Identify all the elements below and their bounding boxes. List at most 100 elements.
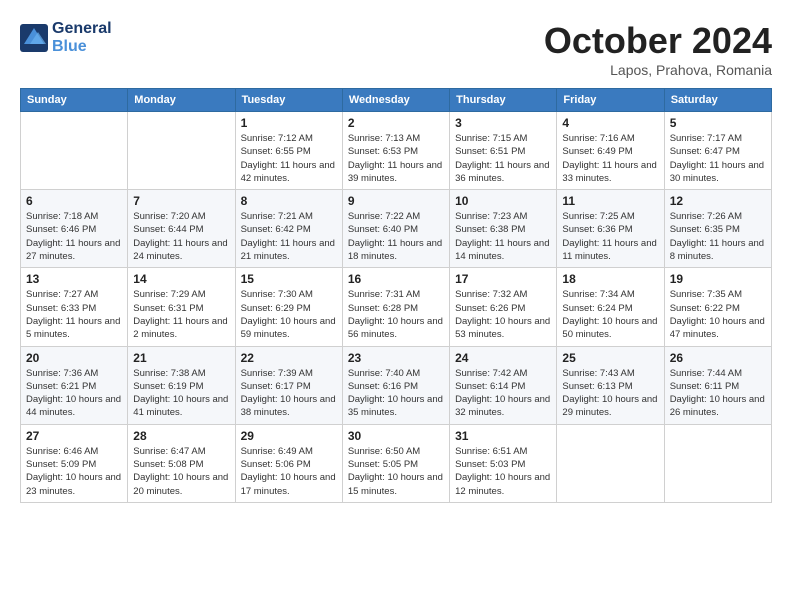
calendar-cell: 13 Sunrise: 7:27 AM Sunset: 6:33 PM Dayli… <box>21 268 128 346</box>
day-info: Sunrise: 7:27 AM Sunset: 6:33 PM Dayligh… <box>26 288 122 341</box>
day-number: 29 <box>241 429 337 443</box>
calendar-cell: 12 Sunrise: 7:26 AM Sunset: 6:35 PM Dayli… <box>664 190 771 268</box>
day-info: Sunrise: 7:20 AM Sunset: 6:44 PM Dayligh… <box>133 210 229 263</box>
calendar-cell: 5 Sunrise: 7:17 AM Sunset: 6:47 PM Daylig… <box>664 112 771 190</box>
calendar-header-friday: Friday <box>557 89 664 112</box>
day-info: Sunrise: 6:51 AM Sunset: 5:03 PM Dayligh… <box>455 445 551 498</box>
month-title: October 2024 <box>544 20 772 62</box>
calendar-header-monday: Monday <box>128 89 235 112</box>
day-number: 11 <box>562 194 658 208</box>
day-info: Sunrise: 6:49 AM Sunset: 5:06 PM Dayligh… <box>241 445 337 498</box>
day-number: 9 <box>348 194 444 208</box>
calendar-header-thursday: Thursday <box>450 89 557 112</box>
calendar-cell: 16 Sunrise: 7:31 AM Sunset: 6:28 PM Dayli… <box>342 268 449 346</box>
day-info: Sunrise: 7:13 AM Sunset: 6:53 PM Dayligh… <box>348 132 444 185</box>
day-number: 18 <box>562 272 658 286</box>
calendar-cell: 14 Sunrise: 7:29 AM Sunset: 6:31 PM Dayli… <box>128 268 235 346</box>
calendar-cell: 26Sunrise: 7:44 AM Sunset: 6:11 PM Dayli… <box>664 346 771 424</box>
calendar-header-wednesday: Wednesday <box>342 89 449 112</box>
day-info: Sunrise: 7:32 AM Sunset: 6:26 PM Dayligh… <box>455 288 551 341</box>
day-info: Sunrise: 7:18 AM Sunset: 6:46 PM Dayligh… <box>26 210 122 263</box>
day-number: 20 <box>26 351 122 365</box>
calendar-cell <box>557 424 664 502</box>
day-number: 4 <box>562 116 658 130</box>
calendar-cell: 20 Sunrise: 7:36 AM Sunset: 6:21 PM Dayli… <box>21 346 128 424</box>
day-info: Sunrise: 7:22 AM Sunset: 6:40 PM Dayligh… <box>348 210 444 263</box>
calendar-cell: 8Sunrise: 7:21 AM Sunset: 6:42 PM Daylig… <box>235 190 342 268</box>
calendar-cell: 6Sunrise: 7:18 AM Sunset: 6:46 PM Daylig… <box>21 190 128 268</box>
day-number: 1 <box>241 116 337 130</box>
calendar-cell: 1Sunrise: 7:12 AM Sunset: 6:55 PM Daylig… <box>235 112 342 190</box>
day-info: Sunrise: 7:23 AM Sunset: 6:38 PM Dayligh… <box>455 210 551 263</box>
day-info: Sunrise: 7:29 AM Sunset: 6:31 PM Dayligh… <box>133 288 229 341</box>
day-info: Sunrise: 7:43 AM Sunset: 6:13 PM Dayligh… <box>562 367 658 420</box>
logo-icon <box>20 24 48 52</box>
calendar-cell: 11 Sunrise: 7:25 AM Sunset: 6:36 PM Dayli… <box>557 190 664 268</box>
day-info: Sunrise: 7:40 AM Sunset: 6:16 PM Dayligh… <box>348 367 444 420</box>
day-number: 19 <box>670 272 766 286</box>
day-info: Sunrise: 6:47 AM Sunset: 5:08 PM Dayligh… <box>133 445 229 498</box>
calendar-cell: 24 Sunrise: 7:42 AM Sunset: 6:14 PM Dayli… <box>450 346 557 424</box>
day-number: 15 <box>241 272 337 286</box>
day-number: 17 <box>455 272 551 286</box>
calendar-cell: 9 Sunrise: 7:22 AM Sunset: 6:40 PM Daylig… <box>342 190 449 268</box>
calendar-cell: 19 Sunrise: 7:35 AM Sunset: 6:22 PM Dayli… <box>664 268 771 346</box>
calendar-cell: 7 Sunrise: 7:20 AM Sunset: 6:44 PM Daylig… <box>128 190 235 268</box>
day-number: 28 <box>133 429 229 443</box>
day-info: Sunrise: 7:36 AM Sunset: 6:21 PM Dayligh… <box>26 367 122 420</box>
day-info: Sunrise: 7:16 AM Sunset: 6:49 PM Dayligh… <box>562 132 658 185</box>
calendar-cell: 22Sunrise: 7:39 AM Sunset: 6:17 PM Dayli… <box>235 346 342 424</box>
calendar-cell: 28 Sunrise: 6:47 AM Sunset: 5:08 PM Dayli… <box>128 424 235 502</box>
day-info: Sunrise: 7:34 AM Sunset: 6:24 PM Dayligh… <box>562 288 658 341</box>
day-number: 25 <box>562 351 658 365</box>
calendar-cell <box>128 112 235 190</box>
calendar-week-row: 13 Sunrise: 7:27 AM Sunset: 6:33 PM Dayli… <box>21 268 772 346</box>
day-number: 14 <box>133 272 229 286</box>
day-info: Sunrise: 6:46 AM Sunset: 5:09 PM Dayligh… <box>26 445 122 498</box>
calendar-cell: 18 Sunrise: 7:34 AM Sunset: 6:24 PM Dayli… <box>557 268 664 346</box>
calendar-cell: 31 Sunrise: 6:51 AM Sunset: 5:03 PM Dayli… <box>450 424 557 502</box>
day-info: Sunrise: 7:44 AM Sunset: 6:11 PM Dayligh… <box>670 367 766 420</box>
day-number: 23 <box>348 351 444 365</box>
day-number: 21 <box>133 351 229 365</box>
day-info: Sunrise: 7:25 AM Sunset: 6:36 PM Dayligh… <box>562 210 658 263</box>
day-number: 24 <box>455 351 551 365</box>
title-area: October 2024 Lapos, Prahova, Romania <box>544 20 772 78</box>
calendar-cell: 30Sunrise: 6:50 AM Sunset: 5:05 PM Dayli… <box>342 424 449 502</box>
day-info: Sunrise: 6:50 AM Sunset: 5:05 PM Dayligh… <box>348 445 444 498</box>
calendar-cell: 17 Sunrise: 7:32 AM Sunset: 6:26 PM Dayli… <box>450 268 557 346</box>
day-number: 31 <box>455 429 551 443</box>
logo-text: General Blue <box>52 20 112 56</box>
calendar-cell: 23 Sunrise: 7:40 AM Sunset: 6:16 PM Dayli… <box>342 346 449 424</box>
calendar-cell <box>21 112 128 190</box>
day-number: 27 <box>26 429 122 443</box>
day-info: Sunrise: 7:21 AM Sunset: 6:42 PM Dayligh… <box>241 210 337 263</box>
day-info: Sunrise: 7:15 AM Sunset: 6:51 PM Dayligh… <box>455 132 551 185</box>
day-number: 12 <box>670 194 766 208</box>
day-number: 16 <box>348 272 444 286</box>
calendar-cell: 25 Sunrise: 7:43 AM Sunset: 6:13 PM Dayli… <box>557 346 664 424</box>
calendar-header-row: SundayMondayTuesdayWednesdayThursdayFrid… <box>21 89 772 112</box>
day-number: 2 <box>348 116 444 130</box>
calendar-table: SundayMondayTuesdayWednesdayThursdayFrid… <box>20 88 772 503</box>
calendar-week-row: 20 Sunrise: 7:36 AM Sunset: 6:21 PM Dayli… <box>21 346 772 424</box>
calendar-header-tuesday: Tuesday <box>235 89 342 112</box>
location: Lapos, Prahova, Romania <box>544 62 772 78</box>
day-info: Sunrise: 7:31 AM Sunset: 6:28 PM Dayligh… <box>348 288 444 341</box>
day-number: 13 <box>26 272 122 286</box>
day-info: Sunrise: 7:35 AM Sunset: 6:22 PM Dayligh… <box>670 288 766 341</box>
day-number: 7 <box>133 194 229 208</box>
calendar-header-sunday: Sunday <box>21 89 128 112</box>
calendar-cell: 29 Sunrise: 6:49 AM Sunset: 5:06 PM Dayli… <box>235 424 342 502</box>
page-header: General Blue October 2024 Lapos, Prahova… <box>20 20 772 78</box>
day-info: Sunrise: 7:42 AM Sunset: 6:14 PM Dayligh… <box>455 367 551 420</box>
calendar-cell: 27 Sunrise: 6:46 AM Sunset: 5:09 PM Dayli… <box>21 424 128 502</box>
calendar-cell <box>664 424 771 502</box>
day-info: Sunrise: 7:30 AM Sunset: 6:29 PM Dayligh… <box>241 288 337 341</box>
calendar-cell: 2 Sunrise: 7:13 AM Sunset: 6:53 PM Daylig… <box>342 112 449 190</box>
day-number: 5 <box>670 116 766 130</box>
day-info: Sunrise: 7:26 AM Sunset: 6:35 PM Dayligh… <box>670 210 766 263</box>
logo: General Blue <box>20 20 112 56</box>
calendar-week-row: 6Sunrise: 7:18 AM Sunset: 6:46 PM Daylig… <box>21 190 772 268</box>
day-info: Sunrise: 7:17 AM Sunset: 6:47 PM Dayligh… <box>670 132 766 185</box>
